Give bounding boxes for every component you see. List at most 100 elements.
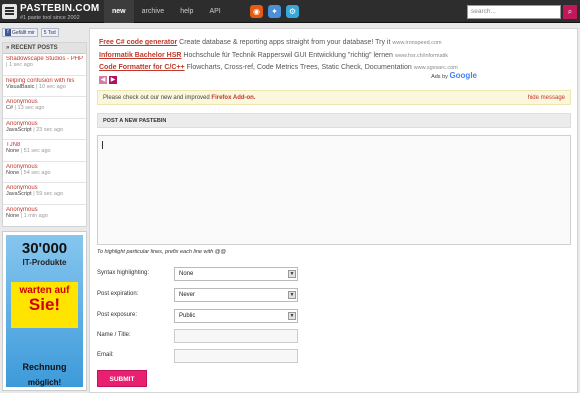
ad-banner-image: 30'000 IT-Produkte warten auf Sie! Rechn… [6,235,83,387]
chrome-extension-icon[interactable]: ✦ [268,5,281,18]
sidebar: f Gefällt mir 5 Tsd » RECENT POSTS Shadow… [2,28,87,393]
post-time: 23 sec ago [36,126,64,133]
ad-prev-icon[interactable]: ◀ [99,75,107,84]
sidebar-ad-banner[interactable]: 30'000 IT-Produkte warten auf Sie! Rechn… [2,231,87,391]
social-buttons: f Gefällt mir 5 Tsd [2,28,87,38]
paste-textarea[interactable] [97,135,571,245]
list-item[interactable]: Anonymous None | 1 min ago [3,205,86,227]
post-time: 59 sec ago [36,191,64,197]
mobile-app-icon[interactable]: ⚙ [286,5,299,18]
search-input[interactable]: search... [467,5,561,19]
email-row: Email: [97,349,357,365]
nav-new[interactable]: new [104,0,134,23]
expiration-select[interactable]: Never ▼ [174,288,298,302]
list-item[interactable]: Anonymous C# | 13 sec ago [3,97,86,119]
facebook-icon: f [5,29,11,37]
post-meta: C# | 13 sec ago [6,105,45,111]
post-lang: JavaScript [6,126,32,133]
syntax-label: Syntax highlighting: [97,270,150,276]
submit-button[interactable]: SUBMIT [97,370,147,387]
ad-url[interactable]: www.hsr.ch/informatik [395,53,448,59]
ad-text: Create database & reporting apps straigh… [179,39,391,46]
ad-url[interactable]: www.ironspeed.com [392,40,441,46]
recent-posts-title: » RECENT POSTS [3,43,86,54]
ad-nav: ◀ ▶ [99,75,569,84]
notice-text: Please check out our new and improved [103,95,210,101]
recent-posts-list: Shadowscape Studios - PHP | 1 sec ago he… [3,54,86,226]
tool-icons: ◉ ✦ ⚙ [250,5,299,18]
post-lang: VisualBasic [6,83,35,90]
recent-posts: » RECENT POSTS Shadowscape Studios - PHP… [2,42,87,227]
name-field[interactable] [174,329,298,343]
ad-band-line2: Sie! [28,295,61,314]
post-time: 1 sec ago [8,62,33,68]
text-caret [102,141,103,149]
search-icon: ⌕ [567,7,573,16]
chevron-down-icon: ▼ [288,270,296,278]
post-lang: None [6,148,20,154]
logo-icon [2,4,17,19]
post-meta: JavaScript | 59 sec ago [6,191,64,197]
post-meta: JavaScript | 23 sec ago [6,126,64,133]
post-meta: None | 54 sec ago [6,169,51,176]
like-count: 5 Tsd [40,28,59,37]
list-item[interactable]: Shadowscape Studios - PHP | 1 sec ago [3,54,86,76]
section-title: POST A NEW PASTEBIN [97,113,571,128]
chevron-down-icon: ▼ [288,291,296,299]
main-nav: new archive help API [104,0,229,23]
list-item[interactable]: TJN8 None | 51 sec ago [3,140,86,162]
text-ad: Informatik Bachelor HSR Hochschule für T… [99,50,569,63]
expiration-row: Post expiration: Never ▼ [97,288,357,304]
ads-by-google[interactable]: Ads by Google [431,71,477,80]
post-meta: | 1 sec ago [6,62,33,68]
ad-headline: 30'000 [21,240,68,257]
post-lang: None [6,212,20,219]
ad-link[interactable]: Free C# code generator [99,39,177,46]
text-ads: Free C# code generator Create database &… [99,37,569,84]
main-content: Free C# code generator Create database &… [89,28,578,393]
search-button[interactable]: ⌕ [563,5,577,19]
firefox-addon-icon[interactable]: ◉ [250,5,263,18]
post-time: 1 min ago [23,212,48,219]
post-time: 54 sec ago [23,169,51,176]
nav-archive[interactable]: archive [134,0,173,23]
expiration-value: Never [179,292,196,298]
ad-next-icon[interactable]: ▶ [109,75,117,84]
ad-link[interactable]: Informatik Bachelor HSR [99,52,181,59]
ads-by-label: Ads by [431,74,448,80]
post-meta: VisualBasic | 10 sec ago [6,83,66,90]
exposure-value: Public [179,313,196,319]
chevron-down-icon: ▼ [288,312,296,320]
highlight-hint: To highlight particular lines, prefix ea… [97,249,226,255]
facebook-like-button[interactable]: f Gefällt mir [2,28,38,37]
syntax-select[interactable]: None ▼ [174,267,298,281]
syntax-row: Syntax highlighting: None ▼ [97,267,357,283]
notice-link[interactable]: Firefox Add-on. [211,95,255,101]
list-item[interactable]: Anonymous None | 54 sec ago [3,162,86,183]
logo-text: PASTEBIN.COM [20,3,100,14]
exposure-label: Post exposure: [97,312,138,318]
post-time: 13 sec ago [17,105,45,111]
ad-line4: möglich! [27,378,62,387]
exposure-select[interactable]: Public ▼ [174,309,298,323]
ad-subheadline: IT-Produkte [22,258,67,267]
list-item[interactable]: Anonymous JavaScript | 59 sec ago [3,183,86,205]
nav-api[interactable]: API [201,0,228,23]
ad-line3: Rechnung [22,362,67,372]
post-lang: C# [6,105,14,111]
like-label: Gefällt mir [12,30,35,36]
logo[interactable]: PASTEBIN.COM #1 paste tool since 2002 [2,2,102,22]
post-time: 51 sec ago [23,148,51,154]
top-bar: PASTEBIN.COM #1 paste tool since 2002 ne… [0,0,580,23]
text-ad: Free C# code generator Create database &… [99,37,569,50]
hide-message-link[interactable]: hide message [528,95,565,101]
email-label: Email: [97,352,114,358]
ad-link[interactable]: Code Formatter for C/C++ [99,64,185,71]
list-item[interactable]: Anonymous JavaScript | 23 sec ago [3,119,86,140]
list-item[interactable]: helping confusion with his VisualBasic |… [3,76,86,97]
post-meta: None | 1 min ago [6,212,48,219]
expiration-label: Post expiration: [97,291,139,297]
nav-help[interactable]: help [172,0,201,23]
post-meta: None | 51 sec ago [6,148,51,154]
email-field[interactable] [174,349,298,363]
